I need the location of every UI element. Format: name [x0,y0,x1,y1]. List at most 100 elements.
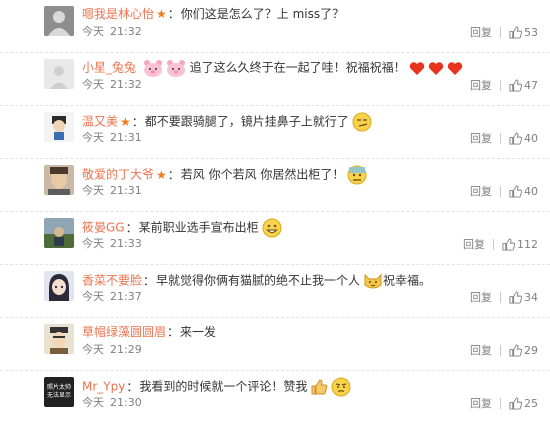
timestamp: 今天 21:31 [82,131,142,145]
action-divider [500,132,501,144]
separator: ： [167,325,180,339]
time-label: 21:30 [110,396,142,409]
comment-line: 筱晏GG：某前职业选手宣布出柜 [82,218,540,238]
avatar-text-line: 无法显示 [46,392,71,399]
pink-pig-emoji [166,59,186,77]
action-divider [500,344,501,356]
comment-text: 某前职业选手宣布出柜 [138,220,259,235]
heart-emoji [428,61,444,76]
action-divider [500,291,501,303]
reply-button[interactable]: 回复 [470,342,492,358]
date-label: 今天 [82,184,104,197]
portrait-photo-avatar[interactable] [44,165,74,195]
like-count: 40 [524,131,538,145]
separator: ： [167,167,180,182]
username-link[interactable]: 敬爱的丁大爷 [82,168,154,182]
comment-actions: 回复 40 [470,130,538,146]
action-divider [500,79,501,91]
reply-button[interactable]: 回复 [470,24,492,40]
username-link[interactable]: 筱晏GG [82,221,125,235]
comment-line: 温又美 ★：都不要跟骑腿了，镜片挂鼻子上就行了 [82,112,540,132]
reply-button[interactable]: 回复 [470,130,492,146]
like-button[interactable]: 29 [509,344,538,357]
username-link[interactable]: 温又美 [82,115,118,129]
comment-text: 都不要跟骑腿了，镜片挂鼻子上就行了 [144,114,349,129]
reply-button[interactable]: 回复 [470,289,492,305]
thumbs-up-icon [502,237,515,251]
time-label: 21:33 [110,237,142,250]
thumbs-up-icon [509,25,522,39]
comment-item: 敬爱的丁大爷 ★：若风 你个若风 你居然出柜了！ 今天 21:31 回复 40 [0,159,550,212]
date-label: 今天 [82,396,104,409]
cartoon-avatar[interactable] [44,112,74,142]
comment-text: 追了这么久终于在一起了哇！祝福祝福！ [189,60,406,75]
comment-line: 草帽绿藻圆圆眉：来一发 [82,324,540,340]
comment-text: 若风 你个若风 你居然出柜了！ [180,167,345,182]
separator: ： [126,379,139,394]
reply-button[interactable]: 回复 [470,395,492,411]
date-label: 今天 [82,78,104,91]
separator: ： [143,273,156,288]
time-label: 21:31 [110,184,142,197]
date-label: 今天 [82,343,104,356]
date-label: 今天 [82,25,104,38]
like-button[interactable]: 34 [509,291,538,304]
comment-item: 小星_兔兔 追了这么久终于在一起了哇！祝福祝福！ 今天 21:32 回复 47 [0,53,550,106]
skeptical-face-emoji [331,377,351,397]
smirk-face-emoji [352,112,372,132]
like-count: 34 [524,290,538,304]
vip-star-icon: ★ [120,114,131,129]
action-divider [493,238,494,250]
comment-item: 香菜不要脸：早就觉得你俩有猫腻的绝不止我一个人 祝幸福。 今天 21:37 回复 3… [0,265,550,318]
username-link[interactable]: Mr_Ypy [82,380,125,394]
comment-item: 照片太帅 无法显示 Mr_Ypy：我看到的时候就一个评论！赞我 今天 21:30 … [0,371,550,424]
time-label: 21:32 [110,78,142,91]
like-button[interactable]: 53 [509,26,538,39]
comment-line: 敬爱的丁大爷 ★：若风 你个若风 你居然出柜了！ [82,165,540,185]
default-gray-avatar[interactable] [44,59,74,89]
like-button[interactable]: 40 [509,185,538,198]
comment-actions: 回复 53 [470,24,538,40]
action-divider [500,26,501,38]
timestamp: 今天 21:31 [82,184,142,198]
time-label: 21:32 [110,25,142,38]
comment-actions: 回复 34 [470,289,538,305]
separator: ： [167,7,180,21]
thumbs-up-icon [509,343,522,357]
anime-character-avatar[interactable] [44,324,74,354]
timestamp: 今天 21:32 [82,25,142,39]
like-button[interactable]: 47 [509,79,538,92]
username-link[interactable]: 小星_兔兔 [82,61,136,75]
thumbs-up-icon [509,184,522,198]
reply-button[interactable]: 回复 [463,236,485,252]
grin-face-emoji [262,218,282,238]
timestamp: 今天 21:33 [82,237,142,251]
heart-emoji [409,61,425,76]
like-button[interactable]: 40 [509,132,538,145]
sweat-face-emoji [347,165,367,185]
username-link[interactable]: 香菜不要脸 [82,274,142,288]
comment-list: 嗯我是林心怡 ★：你们这是怎么了？上 miss了？ 今天 21:32 回复 53 小… [0,0,550,421]
username-link[interactable]: 草帽绿藻圆圆眉 [82,325,166,339]
username-link[interactable]: 嗯我是林心怡 [82,7,154,21]
reply-button[interactable]: 回复 [470,183,492,199]
gray-silhouette-avatar[interactable] [44,6,74,36]
comment-actions: 回复 40 [470,183,538,199]
like-button[interactable]: 25 [509,397,538,410]
comment-line: 香菜不要脸：早就觉得你俩有猫腻的绝不止我一个人 祝幸福。 [82,271,540,291]
date-label: 今天 [82,290,104,303]
comment-text: 来一发 [180,325,217,339]
text-image-avatar[interactable]: 照片太帅 无法显示 [44,377,74,407]
comment-actions: 回复 47 [470,77,538,93]
like-button[interactable]: 112 [502,238,538,251]
time-label: 21:29 [110,343,142,356]
landscape-photo-avatar[interactable] [44,218,74,248]
thumbs-up-emoji [310,378,328,396]
like-count: 40 [524,184,538,198]
reply-button[interactable]: 回复 [470,77,492,93]
comment-text: 早就觉得你俩有猫腻的绝不止我一个人 [156,273,361,288]
comment-line: 小星_兔兔 追了这么久终于在一起了哇！祝福祝福！ [82,59,540,77]
separator: ： [131,114,144,129]
anime-girl-avatar[interactable] [44,271,74,301]
date-label: 今天 [82,131,104,144]
